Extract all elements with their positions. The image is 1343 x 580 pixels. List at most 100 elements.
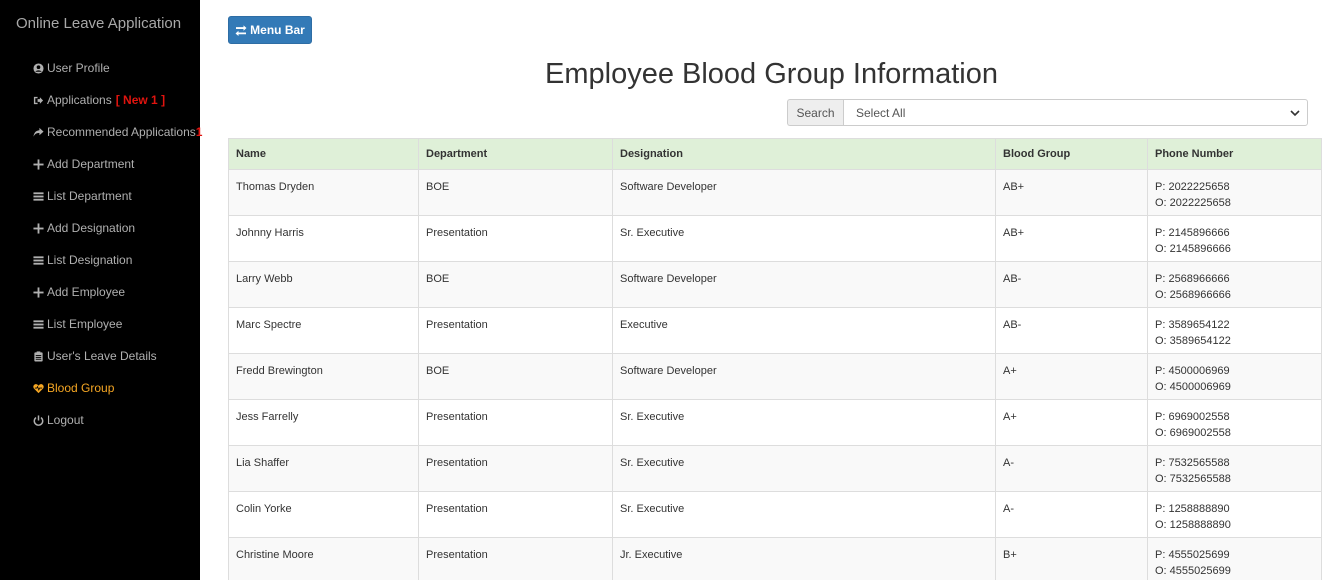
cell-blood-group: AB- <box>995 261 1148 308</box>
cell-blood-group: A- <box>995 445 1148 492</box>
cell-designation: Sr. Executive <box>612 491 996 538</box>
header-department: Department <box>418 138 613 170</box>
table-row: Thomas Dryden BOE Software Developer AB+… <box>228 169 1322 216</box>
sidebar-item-label: List Employee <box>47 317 123 331</box>
phone-office: O: 2022225658 <box>1155 197 1231 209</box>
phone-office: O: 4555025699 <box>1155 565 1231 577</box>
cell-designation: Sr. Executive <box>612 445 996 492</box>
table-header-row: Name Department Designation Blood Group … <box>228 138 1322 170</box>
sign-in-icon <box>32 94 45 107</box>
table-row: Colin Yorke Presentation Sr. Executive A… <box>228 491 1322 538</box>
cell-designation: Executive <box>612 307 996 354</box>
phone-office: O: 6969002558 <box>1155 427 1231 439</box>
page-title: Employee Blood Group Information <box>545 58 998 90</box>
blood-group-select[interactable]: Select All <box>843 99 1308 126</box>
sidebar-item-user-profile[interactable]: User Profile <box>32 58 110 78</box>
cell-designation: Software Developer <box>612 353 996 400</box>
cell-blood-group: A+ <box>995 353 1148 400</box>
sidebar-item-label: List Department <box>47 189 132 203</box>
table-row: Larry Webb BOE Software Developer AB- P:… <box>228 261 1322 308</box>
power-icon <box>32 414 45 427</box>
cell-name: Colin Yorke <box>228 491 419 538</box>
cell-department: Presentation <box>418 307 613 354</box>
phone-personal: P: 3589654122 <box>1155 319 1230 331</box>
sidebar-item-add-employee[interactable]: Add Employee <box>32 282 125 302</box>
app-brand[interactable]: Online Leave Application <box>16 15 181 32</box>
sidebar-item-blood-group[interactable]: Blood Group <box>32 378 114 398</box>
phone-office: O: 3589654122 <box>1155 335 1231 347</box>
menu-bar-button[interactable]: Menu Bar <box>228 16 312 44</box>
cell-phone: P: 6969002558 O: 6969002558 <box>1147 399 1322 446</box>
cell-blood-group: B+ <box>995 537 1148 580</box>
header-name: Name <box>228 138 419 170</box>
main-content: Menu Bar Employee Blood Group Informatio… <box>200 0 1343 580</box>
cell-department: Presentation <box>418 445 613 492</box>
sidebar-item-list-department[interactable]: List Department <box>32 186 132 206</box>
cell-name: Thomas Dryden <box>228 169 419 216</box>
cell-phone: P: 4555025699 O: 4555025699 <box>1147 537 1322 580</box>
phone-personal: P: 2145896666 <box>1155 227 1230 239</box>
cell-blood-group: A- <box>995 491 1148 538</box>
cell-name: Larry Webb <box>228 261 419 308</box>
sidebar-item-add-department[interactable]: Add Department <box>32 154 134 174</box>
cell-phone: P: 2145896666 O: 2145896666 <box>1147 215 1322 262</box>
cell-phone: P: 2568966666 O: 2568966666 <box>1147 261 1322 308</box>
sidebar-item-add-designation[interactable]: Add Designation <box>32 218 135 238</box>
cell-designation: Jr. Executive <box>612 537 996 580</box>
table-row: Christine Moore Presentation Jr. Executi… <box>228 537 1322 580</box>
table-row: Marc Spectre Presentation Executive AB- … <box>228 307 1322 354</box>
plus-icon <box>32 222 45 235</box>
header-blood-group: Blood Group <box>995 138 1148 170</box>
sidebar-item-label: Logout <box>47 413 84 427</box>
cell-department: Presentation <box>418 215 613 262</box>
cell-name: Fredd Brewington <box>228 353 419 400</box>
cell-designation: Sr. Executive <box>612 399 996 446</box>
cell-department: Presentation <box>418 491 613 538</box>
exchange-icon <box>235 25 247 36</box>
cell-phone: P: 4500006969 O: 4500006969 <box>1147 353 1322 400</box>
sidebar-item-label: User Profile <box>47 61 110 75</box>
phone-office: O: 4500006969 <box>1155 381 1231 393</box>
cell-department: Presentation <box>418 537 613 580</box>
cell-blood-group: A+ <box>995 399 1148 446</box>
phone-personal: P: 2568966666 <box>1155 273 1230 285</box>
cell-phone: P: 3589654122 O: 3589654122 <box>1147 307 1322 354</box>
sidebar-item-recommended-applications[interactable]: Recommended Applications 1 <box>32 122 202 142</box>
phone-personal: P: 4500006969 <box>1155 365 1230 377</box>
sidebar-item-label: List Designation <box>47 253 133 267</box>
sidebar-item-list-designation[interactable]: List Designation <box>32 250 132 270</box>
sidebar-item-label: Add Department <box>47 157 135 171</box>
sidebar: Online Leave Application User Profile Ap… <box>0 0 202 580</box>
phone-office: O: 1258888890 <box>1155 519 1231 531</box>
cell-name: Johnny Harris <box>228 215 419 262</box>
phone-office: O: 2145896666 <box>1155 243 1231 255</box>
cell-phone: P: 2022225658 O: 2022225658 <box>1147 169 1322 216</box>
phone-personal: P: 1258888890 <box>1155 503 1230 515</box>
cell-phone: P: 7532565588 O: 7532565588 <box>1147 445 1322 492</box>
sidebar-item-applications[interactable]: Applications [ New 1 ] <box>32 90 165 110</box>
cell-designation: Sr. Executive <box>612 215 996 262</box>
phone-personal: P: 2022225658 <box>1155 181 1230 193</box>
table-row: Jess Farrelly Presentation Sr. Executive… <box>228 399 1322 446</box>
cell-name: Marc Spectre <box>228 307 419 354</box>
cell-department: BOE <box>418 169 613 216</box>
cell-name: Jess Farrelly <box>228 399 419 446</box>
table-row: Lia Shaffer Presentation Sr. Executive A… <box>228 445 1322 492</box>
blood-group-table: Name Department Designation Blood Group … <box>228 138 1322 580</box>
sidebar-item-list-employee[interactable]: List Employee <box>32 314 122 334</box>
sidebar-item-label: Recommended Applications <box>47 125 196 139</box>
sidebar-item-label: Add Employee <box>47 285 126 299</box>
list-icon <box>32 318 45 331</box>
header-phone-number: Phone Number <box>1147 138 1322 170</box>
cell-phone: P: 1258888890 O: 1258888890 <box>1147 491 1322 538</box>
sidebar-item-users-leave-details[interactable]: User's Leave Details <box>32 346 157 366</box>
header-designation: Designation <box>612 138 996 170</box>
select-value: Select All <box>856 105 906 120</box>
cell-blood-group: AB+ <box>995 169 1148 216</box>
cell-blood-group: AB+ <box>995 215 1148 262</box>
chevron-down-icon <box>1290 109 1300 116</box>
share-icon <box>32 126 45 139</box>
phone-personal: P: 4555025699 <box>1155 549 1230 561</box>
list-icon <box>32 254 45 267</box>
sidebar-item-logout[interactable]: Logout <box>32 410 84 430</box>
